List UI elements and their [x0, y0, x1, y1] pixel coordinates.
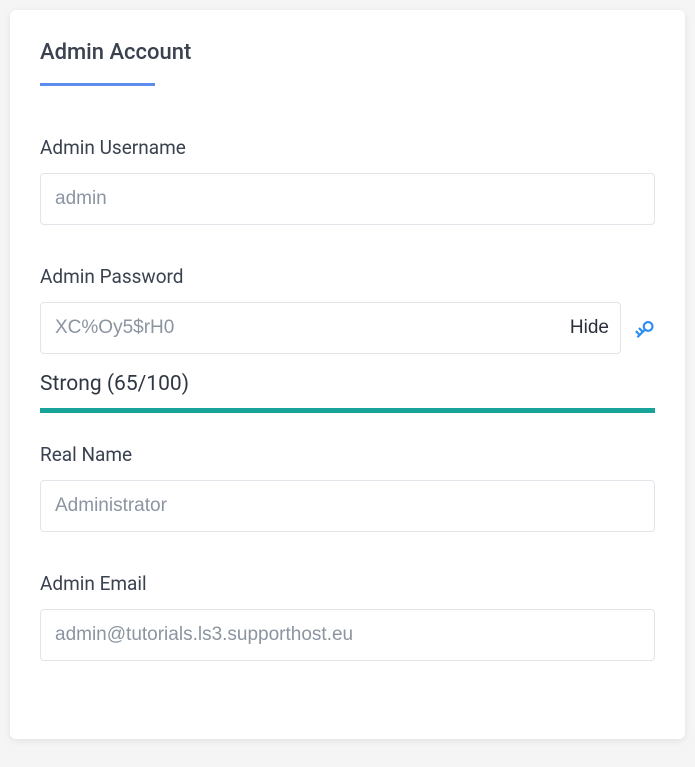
username-label: Admin Username	[40, 136, 655, 159]
email-label: Admin Email	[40, 572, 655, 595]
realname-input[interactable]	[40, 480, 655, 532]
email-input[interactable]	[40, 609, 655, 661]
password-toggle-button[interactable]: Hide	[570, 317, 609, 339]
password-label: Admin Password	[40, 265, 655, 288]
username-input[interactable]	[40, 173, 655, 225]
password-strength-bar	[40, 408, 655, 413]
realname-label: Real Name	[40, 443, 655, 466]
title-underline	[40, 83, 155, 86]
key-icon[interactable]	[629, 315, 655, 341]
password-strength-text: Strong (65/100)	[40, 372, 655, 396]
password-input[interactable]	[40, 302, 621, 354]
admin-account-card: Admin Account Admin Username Admin Passw…	[10, 10, 685, 739]
password-input-wrap: Hide	[40, 302, 621, 354]
card-title: Admin Account	[40, 40, 655, 65]
